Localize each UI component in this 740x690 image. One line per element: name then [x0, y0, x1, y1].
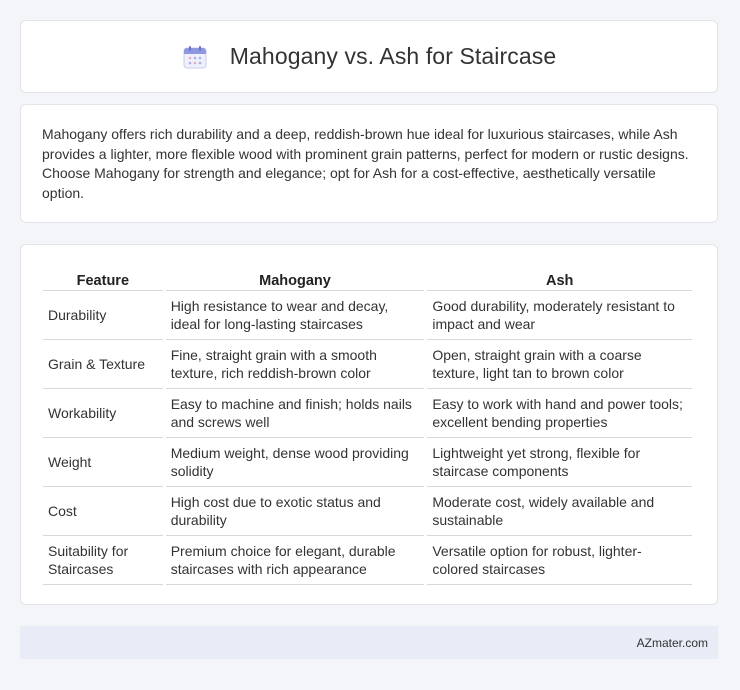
ash-cell: Versatile option for robust, lighter-col… — [427, 536, 692, 585]
table-row: Suitability for Staircases Premium choic… — [43, 536, 692, 585]
feature-cell: Weight — [43, 438, 163, 487]
mahogany-cell: Easy to machine and finish; holds nails … — [165, 389, 425, 438]
header-ash: Ash — [427, 263, 692, 291]
header-mahogany: Mahogany — [165, 263, 425, 291]
feature-cell: Cost — [43, 487, 163, 536]
page-title: Mahogany vs. Ash for Staircase — [229, 43, 557, 69]
table-row: Cost High cost due to exotic status and … — [43, 487, 692, 536]
footer-brand: AZmater.com — [636, 635, 708, 650]
ash-cell: Moderate cost, widely available and sust… — [427, 487, 692, 536]
mahogany-cell: High resistance to wear and decay, ideal… — [165, 291, 425, 340]
calendar-icon — [182, 44, 208, 70]
table-row: Grain & Texture Fine, straight grain wit… — [43, 340, 692, 389]
mahogany-cell: Fine, straight grain with a smooth textu… — [165, 340, 425, 389]
summary-card: Mahogany offers rich durability and a de… — [20, 104, 718, 223]
comparison-table-card: Feature Mahogany Ash Durability High res… — [20, 244, 718, 605]
footer: AZmater.com — [20, 626, 718, 659]
ash-cell: Good durability, moderately resistant to… — [427, 291, 692, 340]
title-card: Mahogany vs. Ash for Staircase — [20, 20, 718, 93]
ash-cell: Easy to work with hand and power tools; … — [427, 389, 692, 438]
mahogany-cell: Premium choice for elegant, durable stai… — [165, 536, 425, 585]
table-header-row: Feature Mahogany Ash — [43, 263, 692, 291]
header-feature: Feature — [43, 263, 163, 291]
comparison-table: Feature Mahogany Ash Durability High res… — [40, 263, 695, 585]
table-row: Durability High resistance to wear and d… — [43, 291, 692, 340]
feature-cell: Grain & Texture — [43, 340, 163, 389]
table-row: Weight Medium weight, dense wood providi… — [43, 438, 692, 487]
ash-cell: Lightweight yet strong, flexible for sta… — [427, 438, 692, 487]
feature-cell: Suitability for Staircases — [43, 536, 163, 585]
feature-cell: Durability — [43, 291, 163, 340]
mahogany-cell: Medium weight, dense wood providing soli… — [165, 438, 425, 487]
feature-cell: Workability — [43, 389, 163, 438]
ash-cell: Open, straight grain with a coarse textu… — [427, 340, 692, 389]
summary-text: Mahogany offers rich durability and a de… — [42, 126, 689, 201]
table-row: Workability Easy to machine and finish; … — [43, 389, 692, 438]
mahogany-cell: High cost due to exotic status and durab… — [165, 487, 425, 536]
